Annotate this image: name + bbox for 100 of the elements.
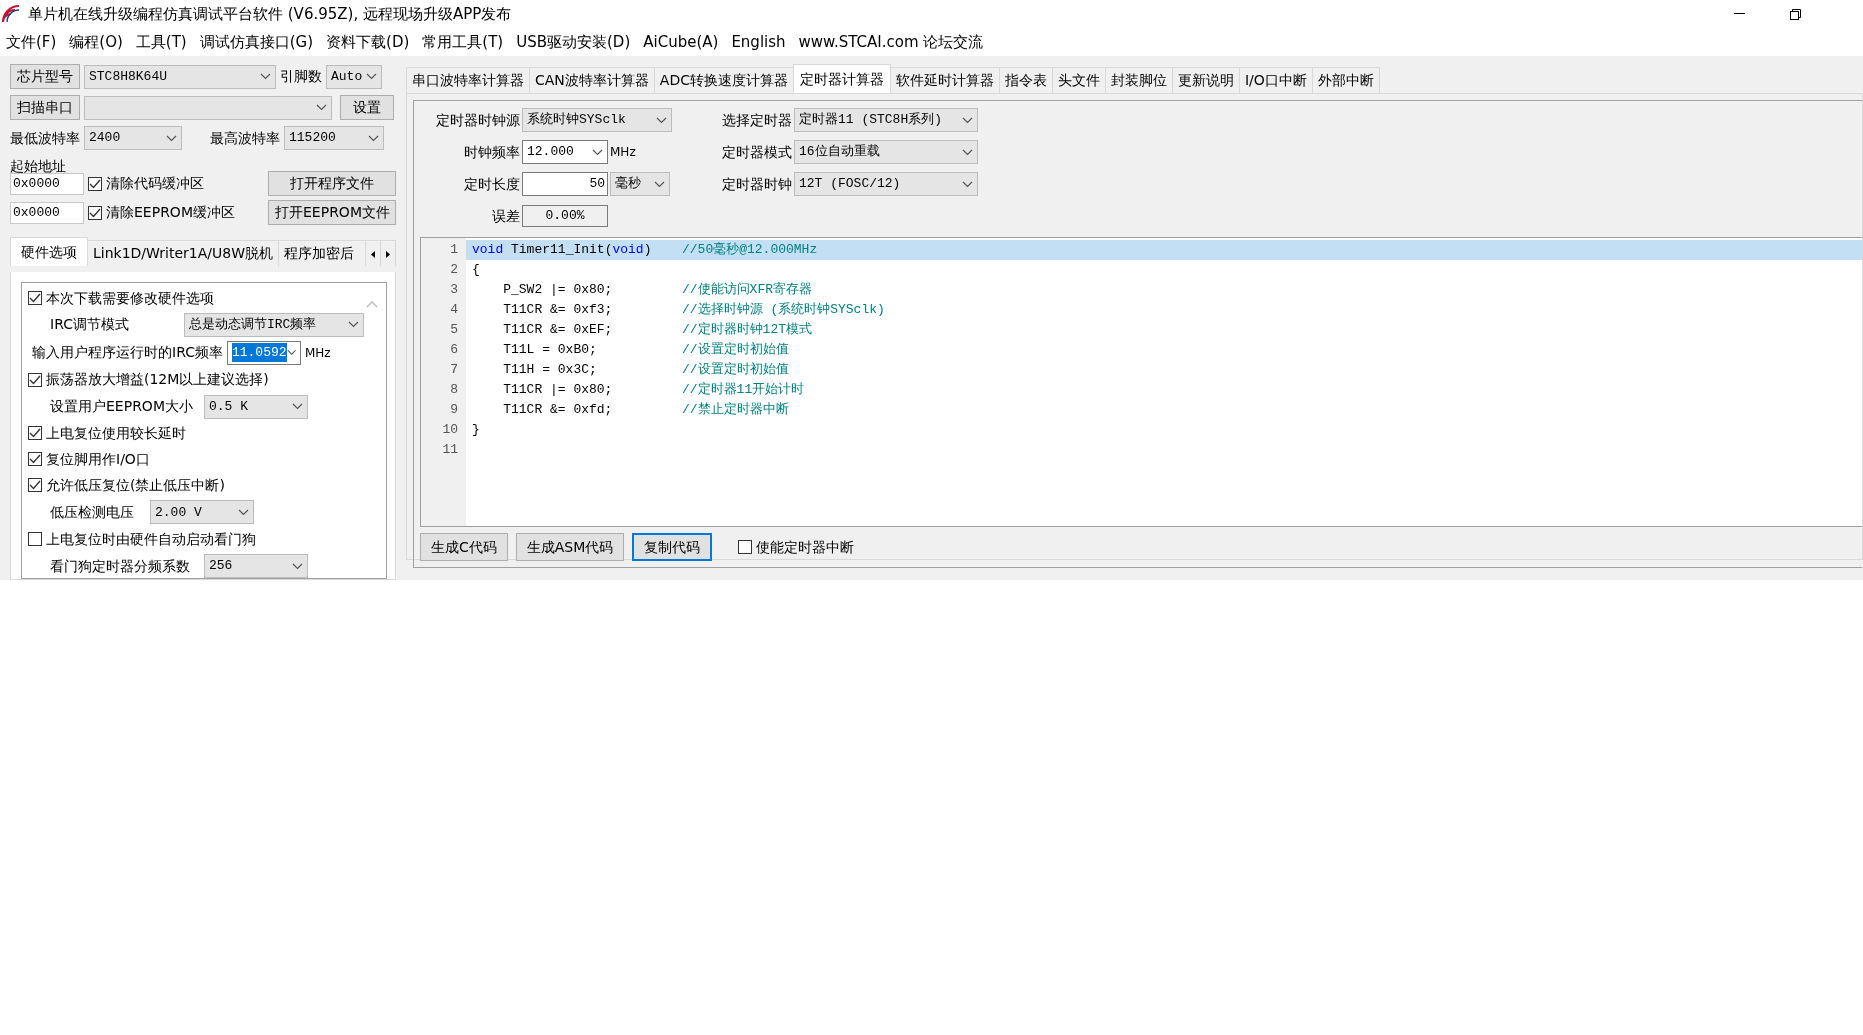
dropdown[interactable]: 16位自动重载 bbox=[794, 140, 978, 164]
field-label: 输入用户程序运行时的IRC频率 bbox=[32, 343, 223, 363]
checkbox-label: 上电复位时由硬件自动启动看门狗 bbox=[46, 529, 256, 549]
line-number: 3 bbox=[449, 281, 459, 299]
line-number: 5 bbox=[449, 321, 459, 339]
button[interactable]: 打开程序文件 bbox=[268, 171, 396, 196]
dropdown[interactable]: 定时器11 (STC8H系列) bbox=[794, 108, 978, 132]
unit-dropdown[interactable]: 毫秒 bbox=[610, 172, 670, 196]
chevron-icon bbox=[592, 148, 603, 156]
chevron-icon bbox=[656, 116, 667, 124]
chevron-icon bbox=[654, 180, 665, 188]
line-number: 4 bbox=[449, 301, 459, 319]
chevron-icon bbox=[348, 321, 359, 329]
chevron-icon bbox=[260, 73, 271, 80]
menu-item[interactable]: 工具(T) bbox=[133, 30, 198, 54]
tab[interactable]: 串口波特率计算器 bbox=[406, 67, 530, 93]
baud-dropdown[interactable]: 115200 bbox=[284, 126, 384, 150]
unit-label: MHz bbox=[304, 344, 331, 362]
field-label: 定时长度 bbox=[463, 174, 520, 194]
duration-field[interactable]: 50 bbox=[522, 172, 608, 196]
dropdown[interactable]: 2.00 V bbox=[150, 500, 254, 525]
checkbox-label: 清除EEPROM缓冲区 bbox=[106, 203, 236, 222]
checkbox[interactable] bbox=[28, 426, 42, 441]
button[interactable]: 打开EEPROM文件 bbox=[268, 200, 396, 225]
checkbox[interactable] bbox=[28, 291, 42, 305]
line-number: 6 bbox=[449, 341, 459, 359]
code-text: { bbox=[472, 261, 481, 279]
tab[interactable]: 硬件选项 bbox=[10, 237, 88, 266]
checkbox[interactable] bbox=[28, 452, 42, 467]
code-text: T11CR &= 0xf3; bbox=[502, 301, 614, 319]
chevron-icon bbox=[286, 349, 296, 357]
address-field[interactable]: 0x0000 bbox=[10, 172, 84, 195]
menu-item[interactable]: 编程(O) bbox=[67, 30, 134, 54]
button[interactable]: 生成ASM代码 bbox=[515, 533, 625, 561]
code-comment: //使能访问XFR寄存器 bbox=[682, 281, 812, 299]
menu-item[interactable]: 文件(F) bbox=[4, 30, 68, 54]
frequency-dropdown[interactable]: 12.000 bbox=[522, 140, 608, 164]
field-label: 选择定时器 bbox=[721, 110, 792, 130]
line-number: 10 bbox=[441, 421, 459, 439]
dropdown[interactable]: 12T (FOSC/12) bbox=[794, 172, 978, 196]
dropdown[interactable]: 0.5 K bbox=[204, 394, 308, 419]
frequency-dropdown[interactable]: 11.0592 bbox=[226, 340, 301, 365]
chevron-icon bbox=[316, 104, 327, 111]
line-number: 11 bbox=[441, 441, 459, 459]
button[interactable]: 复制代码 bbox=[632, 533, 713, 561]
minimize-icon[interactable] bbox=[1733, 13, 1745, 15]
line-number: 2 bbox=[449, 261, 459, 279]
chevron-icon bbox=[962, 116, 973, 124]
code-text: T11H = 0x3C; bbox=[502, 361, 598, 379]
field-label: 最高波特率 bbox=[210, 128, 280, 148]
menu-item[interactable]: www.STCAI.com 论坛交流 bbox=[796, 30, 995, 54]
checkbox[interactable] bbox=[28, 372, 42, 387]
address-field[interactable]: 0x0000 bbox=[10, 201, 84, 224]
chip-dropdown[interactable]: STC8H8K64U bbox=[84, 64, 276, 89]
window-title: 单片机在线升级编程仿真调试平台软件 (V6.95Z), 远程现场升级APP发布 bbox=[28, 3, 513, 25]
checkbox[interactable] bbox=[28, 532, 42, 547]
checkbox-label: 清除代码缓冲区 bbox=[106, 174, 205, 193]
button[interactable]: 扫描串口 bbox=[10, 95, 80, 120]
menu-item[interactable]: AiCube(A) bbox=[641, 30, 730, 54]
menu-item[interactable]: USB驱动安装(D) bbox=[514, 30, 642, 54]
chevron-icon bbox=[962, 180, 973, 188]
menu-item[interactable]: 资料下载(D) bbox=[324, 30, 421, 54]
code-comment: //定时器11开始计时 bbox=[682, 381, 805, 399]
button[interactable]: 芯片型号 bbox=[10, 64, 80, 89]
chevron-icon bbox=[238, 508, 249, 516]
code-comment: //定时器时钟12T模式 bbox=[682, 321, 812, 339]
menu-item[interactable]: English bbox=[729, 30, 797, 54]
dropdown[interactable]: 总是动态调节IRC频率 bbox=[184, 312, 364, 337]
arrow-left-icon[interactable] bbox=[370, 249, 376, 259]
button[interactable]: 生成C代码 bbox=[420, 533, 508, 561]
tab[interactable]: 定时器计算器 bbox=[792, 64, 891, 93]
arrow-right-icon[interactable] bbox=[385, 249, 391, 259]
code-comment: //禁止定时器中断 bbox=[682, 401, 789, 419]
tab[interactable]: 外部中断 bbox=[1311, 67, 1380, 93]
pins-dropdown[interactable]: Auto bbox=[326, 64, 382, 89]
menu-item[interactable]: 调试仿真接口(G) bbox=[197, 30, 325, 54]
chevron-icon bbox=[962, 148, 973, 156]
field-label: 看门狗定时器分频系数 bbox=[50, 556, 191, 576]
checkbox[interactable] bbox=[738, 540, 753, 554]
dropdown[interactable]: 256 bbox=[204, 554, 308, 579]
menu-item[interactable]: 常用工具(T) bbox=[420, 30, 515, 54]
field-label: 定时器时钟源 bbox=[435, 110, 520, 130]
code-text: T11CR &= 0xEF; bbox=[502, 321, 614, 339]
baud-dropdown[interactable]: 2400 bbox=[84, 126, 182, 150]
field-label: 误差 bbox=[491, 206, 520, 226]
chevron-icon bbox=[292, 562, 303, 570]
code-comment: //设置定时初始值 bbox=[682, 361, 789, 379]
field-label: 最低波特率 bbox=[10, 128, 80, 148]
restore-icon[interactable] bbox=[1789, 8, 1801, 20]
code-comment: //设置定时初始值 bbox=[682, 341, 789, 359]
checkbox[interactable] bbox=[88, 176, 102, 191]
line-number: 1 bbox=[449, 241, 459, 259]
checkbox[interactable] bbox=[28, 478, 42, 493]
checkbox[interactable] bbox=[88, 205, 102, 220]
button[interactable]: 设置 bbox=[340, 95, 394, 120]
checkbox-label: 本次下载需要修改硬件选项 bbox=[46, 288, 214, 308]
line-number: 8 bbox=[449, 381, 459, 399]
unit-label: MHz bbox=[610, 144, 636, 161]
chevron-icon bbox=[368, 134, 379, 142]
dropdown[interactable]: 系统时钟SYSclk bbox=[522, 108, 672, 132]
